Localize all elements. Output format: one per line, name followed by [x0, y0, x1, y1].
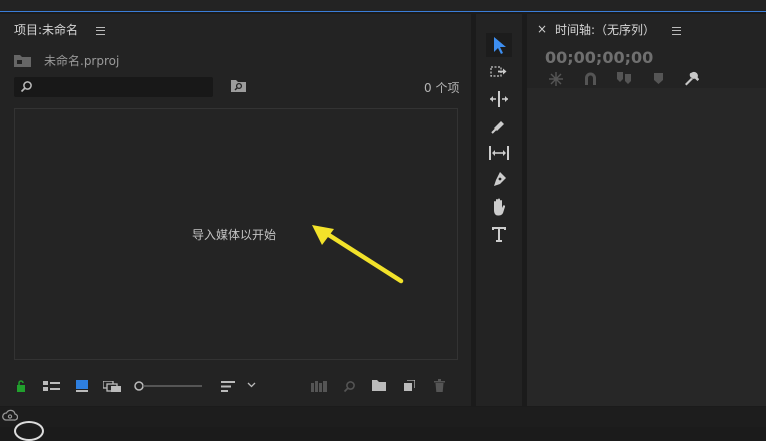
drop-hint-text: 导入媒体以开始	[192, 228, 277, 242]
list-view-icon[interactable]	[43, 381, 61, 392]
type-icon	[492, 227, 506, 242]
razor-icon	[491, 121, 504, 134]
type-tool[interactable]	[486, 222, 512, 246]
arrow-annotation-icon	[305, 220, 409, 290]
ripple-edit-tool[interactable]	[486, 87, 512, 111]
search-input[interactable]	[36, 79, 210, 95]
chevron-down-icon[interactable]	[247, 382, 256, 388]
timeline-panel-title[interactable]: 时间轴:（无序列）	[555, 21, 655, 38]
search-box[interactable]	[14, 77, 213, 97]
linked-selection-icon	[584, 72, 597, 85]
snap-icon	[548, 72, 564, 86]
marker-icon	[654, 73, 663, 84]
top-bar	[0, 0, 766, 12]
add-marker-icon	[617, 72, 631, 85]
project-panel-title[interactable]: 项目:未命名	[14, 21, 78, 38]
hand-tool[interactable]	[486, 195, 512, 219]
lock-icon[interactable]	[16, 380, 26, 392]
timeline-panel-menu-icon[interactable]	[672, 27, 681, 35]
slip-tool[interactable]	[486, 141, 512, 165]
pen-icon	[494, 172, 506, 186]
sort-icon[interactable]	[221, 381, 235, 392]
new-item-icon[interactable]	[404, 380, 415, 391]
timeline-close-button[interactable]: ×	[537, 22, 547, 36]
icon-view-icon[interactable]	[76, 380, 88, 392]
freeform-view-icon[interactable]	[103, 381, 121, 392]
item-count: 0 个项	[424, 81, 460, 95]
status-bar	[0, 407, 766, 427]
project-file-name: 未命名.prproj	[44, 54, 120, 68]
ripple-edit-icon	[490, 91, 508, 107]
find-icon[interactable]	[231, 79, 246, 92]
automate-to-sequence-icon	[311, 381, 327, 392]
avatar[interactable]	[14, 421, 44, 441]
timecode-display[interactable]: 00;00;00;00	[545, 48, 653, 67]
selection-arrow-icon	[494, 37, 506, 54]
track-select-forward-icon	[490, 66, 507, 77]
pen-tool[interactable]	[486, 168, 512, 192]
project-file-icon	[14, 54, 31, 67]
creative-cloud-icon[interactable]	[2, 409, 18, 421]
hand-icon	[494, 198, 506, 216]
project-panel-menu-icon[interactable]	[96, 27, 105, 35]
new-bin-icon[interactable]	[372, 380, 386, 391]
trash-icon	[434, 379, 445, 392]
search-icon	[20, 80, 33, 93]
razor-tool[interactable]	[486, 114, 512, 138]
wrench-icon[interactable]	[684, 71, 699, 86]
zoom-slider[interactable]	[134, 380, 204, 392]
slip-icon	[489, 146, 509, 160]
timeline-track-area[interactable]	[527, 88, 766, 406]
selection-tool[interactable]	[486, 33, 512, 57]
track-select-forward-tool[interactable]	[486, 60, 512, 84]
find-icon-bottom	[343, 380, 356, 393]
